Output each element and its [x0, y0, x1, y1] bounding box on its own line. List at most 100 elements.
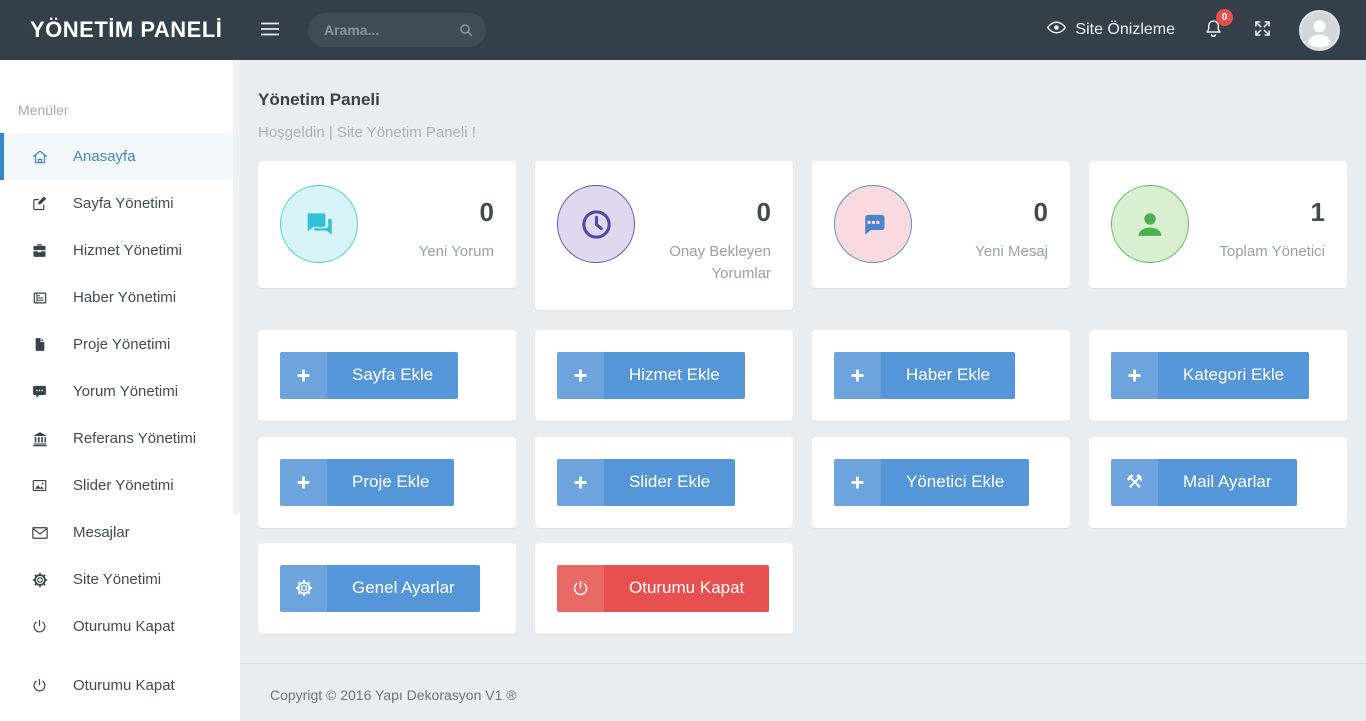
action-card: Yönetici Ekle	[812, 437, 1070, 528]
sidebar-item-label: Oturumu Kapat	[73, 618, 175, 635]
fullscreen-button[interactable]	[1252, 18, 1273, 42]
plus-icon	[280, 459, 327, 506]
briefcase-icon	[30, 242, 49, 259]
sidebar-item-haber-yonetimi[interactable]: Haber Yönetimi	[0, 274, 240, 321]
sidebar-item-mesajlar[interactable]: Mesajlar	[0, 509, 240, 556]
user-avatar[interactable]	[1299, 10, 1340, 51]
main-content: Yönetim Paneli Hoşgeldin | Site Yönetim …	[240, 60, 1366, 721]
tools-icon: ⚒	[1111, 459, 1158, 506]
home-icon	[30, 148, 49, 166]
copyright-text: Copyrigt © 2016 Yapı Dekorasyon V1 ®	[270, 687, 517, 703]
sidebar-item-label: Yorum Yönetimi	[73, 383, 178, 400]
top-navbar: YÖNETİM PANELİ Site Önizleme	[0, 0, 1366, 60]
action-card: Haber Ekle	[812, 330, 1070, 421]
eye-icon	[1046, 20, 1067, 40]
oturumu-kapat-button[interactable]: Oturumu Kapat	[557, 565, 769, 612]
sidebar-menu: Anasayfa Sayfa Yönetimi Hizmet Yönetimi …	[0, 133, 240, 709]
stat-value: 1	[1219, 197, 1325, 228]
search-box	[308, 13, 486, 47]
sidebar-item-anasayfa[interactable]: Anasayfa	[0, 133, 240, 180]
sidebar-item-label: Mesajlar	[73, 524, 130, 541]
stat-card-toplam-yonetici: 1 Toplam Yönetici	[1089, 161, 1347, 288]
clock-icon	[557, 185, 635, 263]
sidebar-item-proje-yonetimi[interactable]: Proje Yönetimi	[0, 321, 240, 368]
comment-icon	[30, 383, 49, 400]
sayfa-ekle-button[interactable]: Sayfa Ekle	[280, 352, 458, 399]
envelope-icon	[30, 525, 49, 541]
action-card: Proje Ekle	[258, 437, 516, 528]
actions-row-1: Sayfa Ekle Hizmet Ekle Haber Ekle Katego…	[240, 330, 1366, 421]
sidebar-item-yorum-yonetimi[interactable]: Yorum Yönetimi	[0, 368, 240, 415]
notifications-button[interactable]: 0	[1203, 17, 1224, 43]
page-title: Yönetim Paneli	[258, 90, 1348, 110]
expand-icon	[1252, 18, 1273, 42]
plus-icon	[1111, 352, 1158, 399]
stat-card-onay-bekleyen: 0 Onay Bekleyen Yorumlar	[535, 161, 793, 310]
sidebar-toggle-button[interactable]	[254, 16, 286, 45]
admin-panel-app: YÖNETİM PANELİ Site Önizleme	[0, 0, 1366, 721]
search-icon	[458, 22, 474, 41]
power-icon	[557, 565, 604, 612]
comments-icon	[280, 185, 358, 263]
gear-icon	[30, 571, 49, 589]
site-preview-link[interactable]: Site Önizleme	[1046, 20, 1175, 40]
slider-ekle-button[interactable]: Slider Ekle	[557, 459, 735, 506]
sidebar-item-label: Sayfa Yönetimi	[73, 195, 174, 212]
sidebar-item-label: Haber Yönetimi	[73, 289, 176, 306]
yonetici-ekle-button[interactable]: Yönetici Ekle	[834, 459, 1029, 506]
stat-label: Toplam Yönetici	[1219, 241, 1325, 263]
action-card: Oturumu Kapat	[535, 543, 793, 634]
avatar-person-icon	[1301, 12, 1338, 49]
stat-value: 0	[643, 197, 771, 228]
genel-ayarlar-button[interactable]: Genel Ayarlar	[280, 565, 480, 612]
sidebar-scrollbar[interactable]	[233, 60, 240, 515]
stat-label: Onay Bekleyen Yorumlar	[643, 241, 771, 285]
plus-icon	[280, 352, 327, 399]
action-card: Sayfa Ekle	[258, 330, 516, 421]
sidebar-item-label: Slider Yönetimi	[73, 477, 174, 494]
stat-card-yeni-yorum: 0 Yeni Yorum	[258, 161, 516, 288]
stat-label: Yeni Mesaj	[975, 241, 1048, 263]
sidebar: Menüler Anasayfa Sayfa Yönetimi Hizmet Y…	[0, 60, 240, 721]
power-icon	[30, 618, 49, 635]
hamburger-icon	[260, 22, 280, 39]
action-card: Hizmet Ekle	[535, 330, 793, 421]
person-icon	[1111, 185, 1189, 263]
sidebar-item-oturumu-kapat-2[interactable]: Oturumu Kapat	[0, 662, 240, 709]
sidebar-item-oturumu-kapat[interactable]: Oturumu Kapat	[0, 603, 240, 650]
action-card: ⚒ Mail Ayarlar	[1089, 437, 1347, 528]
kategori-ekle-button[interactable]: Kategori Ekle	[1111, 352, 1309, 399]
sidebar-item-label: Proje Yönetimi	[73, 336, 170, 353]
plus-icon	[834, 352, 881, 399]
plus-icon	[557, 352, 604, 399]
sidebar-item-hizmet-yonetimi[interactable]: Hizmet Yönetimi	[0, 227, 240, 274]
stats-row: 0 Yeni Yorum 0 Onay Bekleyen Yorumlar	[240, 161, 1366, 310]
sidebar-item-referans-yonetimi[interactable]: Referans Yönetimi	[0, 415, 240, 462]
file-icon	[30, 336, 49, 353]
actions-row-3: Genel Ayarlar Oturumu Kapat	[240, 543, 1366, 634]
header-right-cluster: Site Önizleme 0	[1046, 10, 1366, 51]
page-header: Yönetim Paneli Hoşgeldin | Site Yönetim …	[240, 60, 1366, 141]
stat-value: 0	[419, 197, 494, 228]
notification-badge: 0	[1216, 9, 1233, 26]
stat-label: Yeni Yorum	[419, 241, 494, 263]
footer: Copyrigt © 2016 Yapı Dekorasyon V1 ®	[240, 663, 1366, 721]
haber-ekle-button[interactable]: Haber Ekle	[834, 352, 1015, 399]
proje-ekle-button[interactable]: Proje Ekle	[280, 459, 454, 506]
mail-ayarlar-button[interactable]: ⚒ Mail Ayarlar	[1111, 459, 1297, 506]
action-card: Genel Ayarlar	[258, 543, 516, 634]
gear-icon	[280, 565, 327, 612]
sidebar-item-slider-yonetimi[interactable]: Slider Yönetimi	[0, 462, 240, 509]
sidebar-item-label: Anasayfa	[73, 148, 136, 165]
power-icon	[30, 677, 49, 694]
image-icon	[30, 477, 49, 494]
bank-icon	[30, 430, 49, 448]
plus-icon	[834, 459, 881, 506]
sidebar-item-sayfa-yonetimi[interactable]: Sayfa Yönetimi	[0, 180, 240, 227]
page-subtitle: Hoşgeldin | Site Yönetim Paneli !	[258, 124, 1348, 141]
search-submit-button[interactable]	[458, 22, 474, 41]
action-card: Kategori Ekle	[1089, 330, 1347, 421]
chat-icon	[834, 185, 912, 263]
sidebar-item-site-yonetimi[interactable]: Site Yönetimi	[0, 556, 240, 603]
hizmet-ekle-button[interactable]: Hizmet Ekle	[557, 352, 745, 399]
